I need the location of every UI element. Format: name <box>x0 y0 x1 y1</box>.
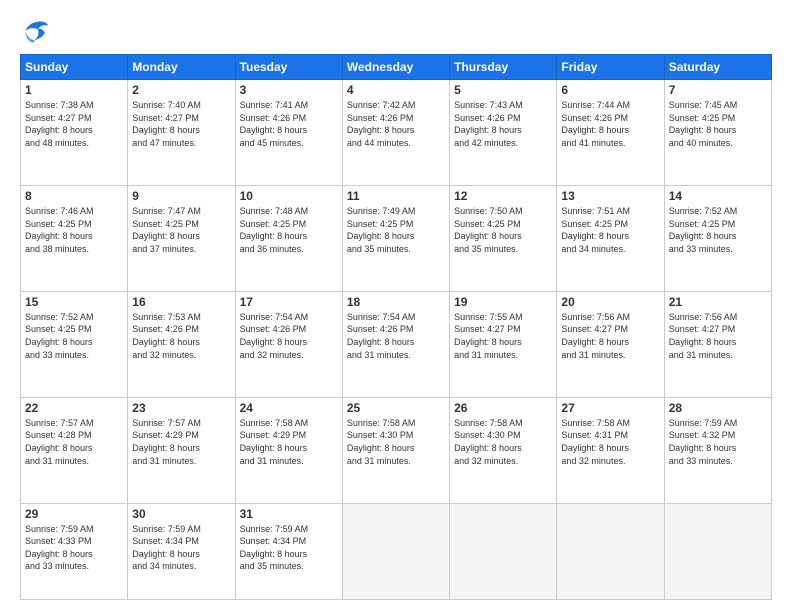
calendar-day: 14Sunrise: 7:52 AMSunset: 4:25 PMDayligh… <box>664 185 771 291</box>
calendar-day: 26Sunrise: 7:58 AMSunset: 4:30 PMDayligh… <box>450 397 557 503</box>
calendar-day: 8Sunrise: 7:46 AMSunset: 4:25 PMDaylight… <box>21 185 128 291</box>
calendar-day: 10Sunrise: 7:48 AMSunset: 4:25 PMDayligh… <box>235 185 342 291</box>
calendar-day: 29Sunrise: 7:59 AMSunset: 4:33 PMDayligh… <box>21 503 128 599</box>
weekday-header: Thursday <box>450 55 557 80</box>
calendar-day: 19Sunrise: 7:55 AMSunset: 4:27 PMDayligh… <box>450 291 557 397</box>
calendar-day: 22Sunrise: 7:57 AMSunset: 4:28 PMDayligh… <box>21 397 128 503</box>
calendar-day <box>450 503 557 599</box>
calendar-week-row: 1Sunrise: 7:38 AMSunset: 4:27 PMDaylight… <box>21 80 772 186</box>
weekday-header: Wednesday <box>342 55 449 80</box>
calendar-day: 23Sunrise: 7:57 AMSunset: 4:29 PMDayligh… <box>128 397 235 503</box>
calendar-day: 2Sunrise: 7:40 AMSunset: 4:27 PMDaylight… <box>128 80 235 186</box>
calendar-day: 3Sunrise: 7:41 AMSunset: 4:26 PMDaylight… <box>235 80 342 186</box>
calendar-day: 17Sunrise: 7:54 AMSunset: 4:26 PMDayligh… <box>235 291 342 397</box>
calendar-day: 4Sunrise: 7:42 AMSunset: 4:26 PMDaylight… <box>342 80 449 186</box>
calendar-week-row: 22Sunrise: 7:57 AMSunset: 4:28 PMDayligh… <box>21 397 772 503</box>
calendar-day: 18Sunrise: 7:54 AMSunset: 4:26 PMDayligh… <box>342 291 449 397</box>
weekday-header: Monday <box>128 55 235 80</box>
calendar-day: 28Sunrise: 7:59 AMSunset: 4:32 PMDayligh… <box>664 397 771 503</box>
calendar-day: 15Sunrise: 7:52 AMSunset: 4:25 PMDayligh… <box>21 291 128 397</box>
calendar-day: 6Sunrise: 7:44 AMSunset: 4:26 PMDaylight… <box>557 80 664 186</box>
calendar-day: 21Sunrise: 7:56 AMSunset: 4:27 PMDayligh… <box>664 291 771 397</box>
calendar-week-row: 8Sunrise: 7:46 AMSunset: 4:25 PMDaylight… <box>21 185 772 291</box>
calendar-day: 12Sunrise: 7:50 AMSunset: 4:25 PMDayligh… <box>450 185 557 291</box>
calendar-day: 1Sunrise: 7:38 AMSunset: 4:27 PMDaylight… <box>21 80 128 186</box>
calendar-day: 27Sunrise: 7:58 AMSunset: 4:31 PMDayligh… <box>557 397 664 503</box>
calendar-day: 24Sunrise: 7:58 AMSunset: 4:29 PMDayligh… <box>235 397 342 503</box>
logo <box>20 18 56 46</box>
logo-icon <box>20 18 52 46</box>
calendar-day: 30Sunrise: 7:59 AMSunset: 4:34 PMDayligh… <box>128 503 235 599</box>
calendar-day: 25Sunrise: 7:58 AMSunset: 4:30 PMDayligh… <box>342 397 449 503</box>
calendar-day <box>342 503 449 599</box>
calendar-week-row: 15Sunrise: 7:52 AMSunset: 4:25 PMDayligh… <box>21 291 772 397</box>
calendar-header-row: SundayMondayTuesdayWednesdayThursdayFrid… <box>21 55 772 80</box>
calendar-day <box>557 503 664 599</box>
weekday-header: Friday <box>557 55 664 80</box>
calendar-week-row: 29Sunrise: 7:59 AMSunset: 4:33 PMDayligh… <box>21 503 772 599</box>
weekday-header: Sunday <box>21 55 128 80</box>
calendar-day: 7Sunrise: 7:45 AMSunset: 4:25 PMDaylight… <box>664 80 771 186</box>
calendar-day: 31Sunrise: 7:59 AMSunset: 4:34 PMDayligh… <box>235 503 342 599</box>
weekday-header: Tuesday <box>235 55 342 80</box>
calendar-day: 11Sunrise: 7:49 AMSunset: 4:25 PMDayligh… <box>342 185 449 291</box>
calendar-table: SundayMondayTuesdayWednesdayThursdayFrid… <box>20 54 772 600</box>
calendar-day: 13Sunrise: 7:51 AMSunset: 4:25 PMDayligh… <box>557 185 664 291</box>
calendar-day: 9Sunrise: 7:47 AMSunset: 4:25 PMDaylight… <box>128 185 235 291</box>
calendar-day: 16Sunrise: 7:53 AMSunset: 4:26 PMDayligh… <box>128 291 235 397</box>
weekday-header: Saturday <box>664 55 771 80</box>
calendar-day: 20Sunrise: 7:56 AMSunset: 4:27 PMDayligh… <box>557 291 664 397</box>
calendar-day: 5Sunrise: 7:43 AMSunset: 4:26 PMDaylight… <box>450 80 557 186</box>
page: SundayMondayTuesdayWednesdayThursdayFrid… <box>0 0 792 612</box>
calendar-day <box>664 503 771 599</box>
header <box>20 18 772 46</box>
